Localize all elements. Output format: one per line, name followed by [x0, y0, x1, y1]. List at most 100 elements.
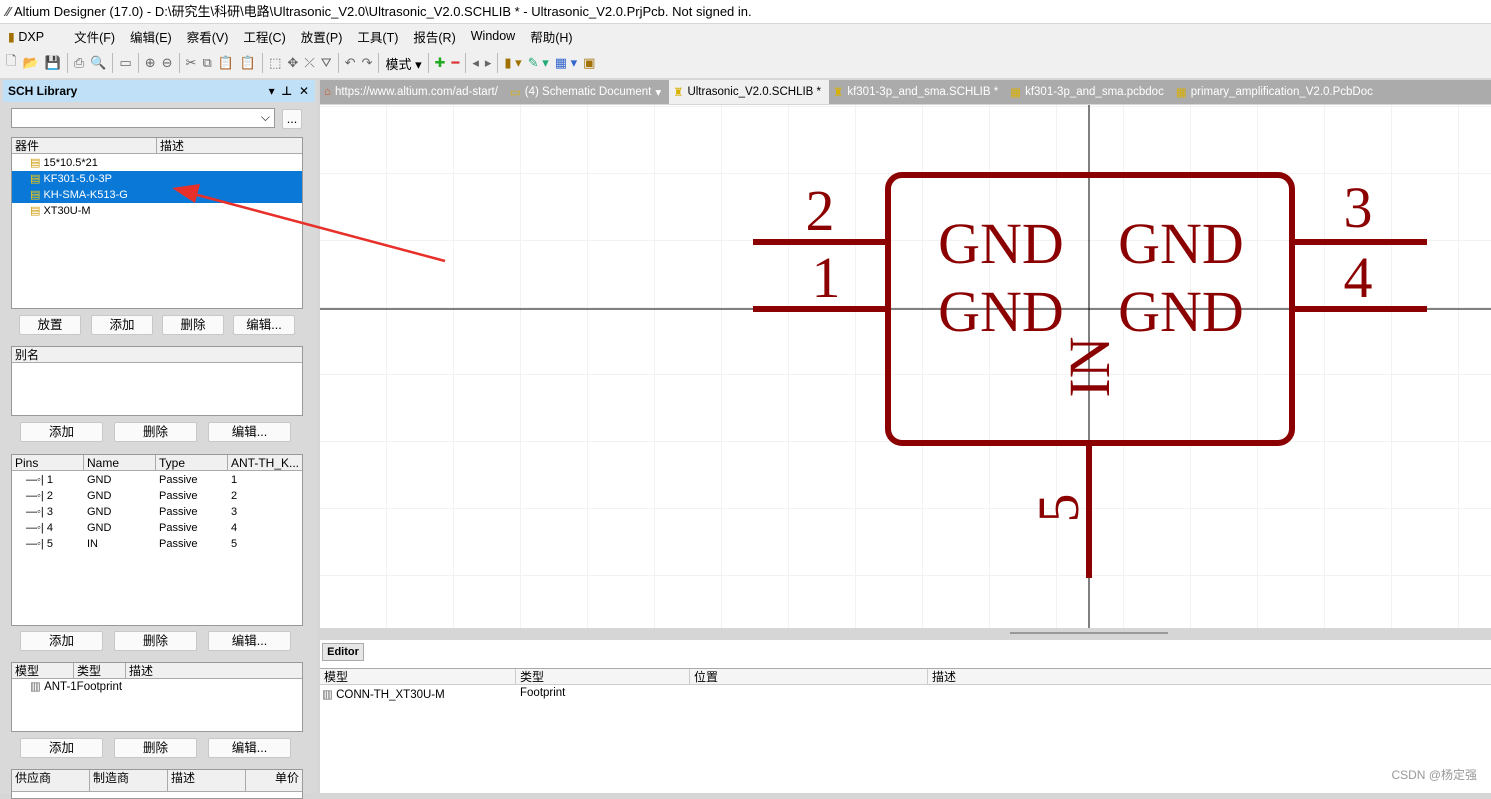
editor-tab[interactable]: Editor — [322, 643, 364, 661]
column-header-description[interactable]: 描述 — [126, 663, 302, 678]
tab-document[interactable]: ♜ Ultrasonic_V2.0.SCHLIB * — [669, 80, 830, 104]
editor-panel — [320, 640, 1491, 793]
column-header-description[interactable]: 描述 — [928, 669, 1491, 684]
column-header-supplier[interactable]: 供应商 — [12, 770, 90, 791]
pin-row[interactable]: —◦| 3 GND Passive 3 — [12, 503, 302, 519]
save-icon[interactable]: 💾 — [45, 55, 61, 71]
select-icon[interactable]: ⬚ — [269, 55, 281, 71]
column-header-model[interactable]: 模型 — [12, 663, 74, 678]
pin-row[interactable]: —◦| 2 GND Passive 2 — [12, 487, 302, 503]
column-header-description[interactable]: 描述 — [168, 770, 246, 791]
edit-alias-button[interactable]: 编辑... — [208, 422, 291, 442]
component-item[interactable]: ▤ KH-SMA-K513-G — [12, 187, 302, 203]
component-item[interactable]: ▤ XT30U-M — [12, 203, 302, 219]
pin-row[interactable]: —◦| 5 IN Passive 5 — [12, 535, 302, 551]
menu-file[interactable]: 文件(F) — [74, 27, 115, 46]
splitter-handle[interactable] — [1010, 632, 1168, 634]
column-header-location[interactable]: 位置 — [690, 669, 928, 684]
column-header-footprint-pin[interactable]: ANT-TH_K... — [228, 455, 302, 470]
tab-document[interactable]: ▦ primary_amplification_V2.0.PcbDoc — [1172, 80, 1381, 104]
paste-icon[interactable]: 📋 — [218, 55, 234, 71]
grid-icon[interactable]: ▦ ▾ — [555, 55, 577, 71]
column-header-model[interactable]: 模型 — [320, 669, 516, 684]
column-header-name[interactable]: Name — [84, 455, 156, 470]
delete-model-button[interactable]: 删除 — [114, 738, 197, 758]
sheet-icon[interactable]: ▭ — [119, 55, 131, 71]
menu-tools[interactable]: 工具(T) — [357, 27, 398, 46]
delete-pin-button[interactable]: 删除 — [114, 631, 197, 651]
chevron-down-icon[interactable]: ⌵ — [261, 110, 270, 125]
column-header-type[interactable]: 类型 — [74, 663, 126, 678]
filter-browse-button[interactable]: ... — [282, 109, 302, 129]
tab-document[interactable]: ⌂ https://www.altium.com/ad-start/ — [320, 80, 506, 104]
editor-row[interactable]: ▥ CONN-TH_XT30U-M Footprint — [322, 687, 694, 703]
tab-document[interactable]: ▭ (4) Schematic Document ▾ — [506, 80, 669, 104]
close-icon[interactable]: ✕ — [299, 84, 309, 98]
menu-place[interactable]: 放置(P) — [301, 27, 343, 46]
pin-row[interactable]: —◦| 1 GND Passive 1 — [12, 471, 302, 487]
delete-component-button[interactable]: 删除 — [162, 315, 224, 335]
clear-filter-icon[interactable]: ⛛ — [321, 55, 332, 71]
panel-menu-icon[interactable]: ▾ — [269, 84, 275, 98]
column-header-description[interactable]: 描述 — [157, 138, 302, 153]
redo-icon[interactable]: ↷ — [362, 55, 373, 71]
print-icon[interactable]: ⎙ — [74, 55, 84, 71]
column-header-unit-price[interactable]: 单价 — [246, 770, 302, 791]
component-item[interactable]: ▤ 15*10.5*21 — [12, 155, 302, 171]
edit-pin-button[interactable]: 编辑... — [208, 631, 291, 651]
add-pin-button[interactable]: 添加 — [20, 631, 103, 651]
paste-array-icon[interactable]: 📋 — [240, 55, 256, 71]
edit-component-button[interactable]: 编辑... — [233, 315, 295, 335]
pin-icon[interactable]: ⊥ — [281, 84, 292, 98]
window-title: Altium Designer (17.0) - D:\研究生\科研\电路\Ul… — [13, 4, 752, 19]
add-component-button[interactable]: 添加 — [91, 315, 153, 335]
zoom-out-icon[interactable]: ⊖ — [162, 55, 173, 71]
remove-icon[interactable]: ━ — [452, 55, 460, 71]
deselect-icon[interactable]: ⤫ — [304, 55, 314, 71]
column-header-type[interactable]: Type — [156, 455, 228, 470]
chevron-down-icon[interactable]: ▾ — [655, 85, 661, 99]
menu-help[interactable]: 帮助(H) — [530, 27, 572, 46]
menu-window[interactable]: Window — [471, 29, 515, 43]
pin-icon: —◦| — [26, 538, 44, 550]
add-alias-button[interactable]: 添加 — [20, 422, 103, 442]
menu-project[interactable]: 工程(C) — [243, 27, 285, 46]
column-header-type[interactable]: 类型 — [516, 669, 690, 684]
move-icon[interactable]: ✥ — [287, 55, 298, 71]
pin-name-3: GND — [1118, 211, 1244, 276]
add-model-button[interactable]: 添加 — [20, 738, 103, 758]
delete-alias-button[interactable]: 删除 — [114, 422, 197, 442]
preview-icon[interactable]: 🔍 — [90, 55, 106, 71]
column-header-component[interactable]: 器件 — [12, 138, 157, 153]
edit-model-button[interactable]: 编辑... — [208, 738, 291, 758]
library-icon[interactable]: ▣ — [583, 55, 595, 71]
drawing-tools-icon[interactable]: ✎ ▾ — [528, 55, 549, 71]
new-icon[interactable]: 🗋 — [6, 52, 16, 74]
component-icon[interactable]: ▮ ▾ — [504, 55, 521, 71]
tab-document[interactable]: ♜ kf301-3p_and_sma.SCHLIB * — [829, 80, 1006, 104]
schematic-canvas[interactable]: 2 1 3 4 5 GND GND GND GND IN — [320, 105, 1491, 628]
undo-icon[interactable]: ↶ — [345, 55, 356, 71]
pin-row[interactable]: —◦| 4 GND Passive 4 — [12, 519, 302, 535]
copy-icon[interactable]: ⧉ — [202, 55, 211, 71]
column-header-pins[interactable]: Pins — [12, 455, 84, 470]
column-header-alias[interactable]: 别名 — [12, 347, 302, 362]
open-icon[interactable]: 📂 — [22, 55, 38, 71]
add-icon[interactable]: ✚ — [435, 55, 446, 71]
place-button[interactable]: 放置 — [19, 315, 81, 335]
column-header-manufacturer[interactable]: 制造商 — [90, 770, 168, 791]
forward-icon[interactable]: ▸ — [485, 55, 492, 71]
component-icon: ▤ — [30, 205, 41, 217]
cut-icon[interactable]: ✂ — [186, 55, 197, 71]
component-filter-input[interactable]: ⌵ — [11, 108, 275, 128]
model-item[interactable]: ▥ ANT-1Footprint — [12, 679, 302, 695]
component-item[interactable]: ▤ KF301-5.0-3P — [12, 171, 302, 187]
zoom-in-icon[interactable]: ⊕ — [145, 55, 156, 71]
menu-reports[interactable]: 报告(R) — [413, 27, 455, 46]
menu-dxp[interactable]: ▮ DXP — [8, 29, 59, 44]
menu-edit[interactable]: 编辑(E) — [130, 27, 172, 46]
menu-view[interactable]: 察看(V) — [187, 27, 229, 46]
back-icon[interactable]: ◂ — [472, 55, 479, 71]
mode-dropdown[interactable]: 模式 ▾ — [385, 54, 421, 73]
tab-document[interactable]: ▦ kf301-3p_and_sma.pcbdoc — [1006, 80, 1172, 104]
